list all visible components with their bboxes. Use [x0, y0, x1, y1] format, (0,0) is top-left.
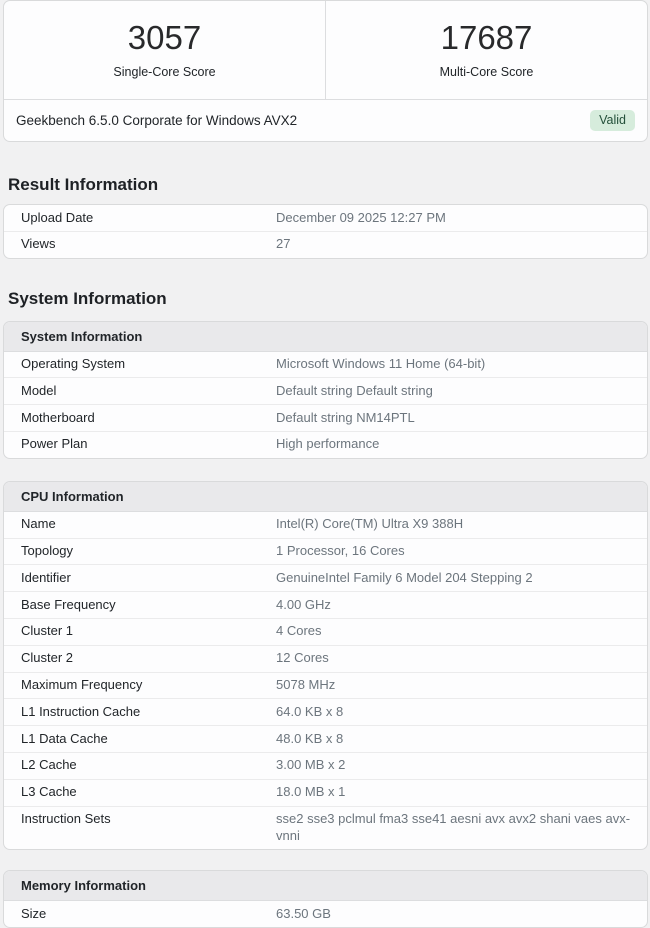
row-label: Upload Date [21, 209, 94, 225]
memory-information-card: Memory Information Size 63.50 GB [3, 870, 648, 928]
table-row: L3 Cache 18.0 MB x 1 [4, 778, 647, 806]
single-core-score-value: 3057 [127, 19, 202, 57]
row-value: High performance [276, 436, 380, 452]
single-core-score-cell: 3057 Single-Core Score [4, 1, 326, 99]
row-value: GenuineIntel Family 6 Model 204 Stepping… [276, 569, 533, 585]
row-value: 4.00 GHz [276, 596, 331, 612]
row-label: Maximum Frequency [21, 677, 143, 693]
table-row: L1 Instruction Cache 64.0 KB x 8 [4, 698, 647, 725]
single-core-score-label: Single-Core Score [113, 64, 216, 79]
row-label: Operating System [21, 356, 126, 372]
table-row: Maximum Frequency 5078 MHz [4, 671, 647, 699]
row-label: Name [21, 516, 56, 532]
row-label: Size [21, 905, 47, 921]
row-value: 64.0 KB x 8 [276, 703, 344, 719]
row-value: Default string Default string [276, 382, 433, 398]
system-information-card: System Information Operating System Micr… [3, 320, 648, 459]
valid-status-badge: Valid [590, 110, 635, 131]
row-value: 48.0 KB x 8 [276, 730, 344, 746]
multi-core-score-value: 17687 [440, 19, 533, 57]
row-value: sse2 sse3 pclmul fma3 sse41 aesni avx av… [276, 811, 631, 843]
result-information-heading: Result Information [8, 175, 159, 194]
card-header: System Information [4, 321, 647, 352]
row-value: 63.50 GB [276, 905, 331, 921]
table-row: Model Default string Default string [4, 377, 647, 404]
table-row: Base Frequency 4.00 GHz [4, 591, 647, 618]
row-label: Power Plan [21, 436, 88, 452]
row-label: L1 Instruction Cache [21, 703, 141, 719]
row-label: L1 Data Cache [21, 730, 108, 746]
table-row: Size 63.50 GB [4, 901, 647, 927]
row-value: 1 Processor, 16 Cores [276, 543, 405, 559]
table-row: Upload Date December 09 2025 12:27 PM [4, 205, 647, 231]
row-label: Motherboard [21, 409, 95, 425]
table-row: Power Plan High performance [4, 430, 647, 458]
table-row: Name Intel(R) Core(TM) Ultra X9 388H [4, 512, 647, 538]
row-value: 18.0 MB x 1 [276, 784, 346, 800]
table-row: L2 Cache 3.00 MB x 2 [4, 751, 647, 779]
table-row: Topology 1 Processor, 16 Cores [4, 537, 647, 565]
result-information-card: Upload Date December 09 2025 12:27 PM Vi… [3, 204, 648, 259]
row-label: Views [21, 236, 56, 252]
table-row: Motherboard Default string NM14PTL [4, 404, 647, 431]
table-row: Instruction Sets sse2 sse3 pclmul fma3 s… [4, 805, 647, 850]
table-row: Operating System Microsoft Windows 11 Ho… [4, 352, 647, 378]
row-label: Base Frequency [21, 596, 116, 612]
row-label: L3 Cache [21, 784, 77, 800]
score-row: 3057 Single-Core Score 17687 Multi-Core … [4, 1, 647, 99]
table-row: Identifier GenuineIntel Family 6 Model 2… [4, 564, 647, 591]
multi-core-score-cell: 17687 Multi-Core Score [326, 1, 647, 99]
benchmark-version-row: Geekbench 6.5.0 Corporate for Windows AV… [4, 99, 647, 141]
table-row: Cluster 1 4 Cores [4, 617, 647, 645]
row-value: Default string NM14PTL [276, 409, 415, 425]
row-value: 27 [276, 236, 291, 252]
table-row: L1 Data Cache 48.0 KB x 8 [4, 725, 647, 752]
row-label: Cluster 2 [21, 650, 74, 666]
table-row: Cluster 2 12 Cores [4, 644, 647, 672]
row-label: Cluster 1 [21, 623, 74, 639]
card-header: CPU Information [4, 481, 647, 512]
row-value: 4 Cores [276, 623, 322, 639]
cpu-information-card: CPU Information Name Intel(R) Core(TM) U… [3, 480, 648, 851]
row-value: 5078 MHz [276, 677, 336, 693]
row-value: 3.00 MB x 2 [276, 757, 346, 773]
multi-core-score-label: Multi-Core Score [439, 64, 534, 79]
row-label: Identifier [21, 569, 71, 585]
table-row: Views 27 [4, 230, 647, 258]
row-label: Topology [21, 543, 74, 559]
row-label: Instruction Sets [21, 811, 111, 827]
row-label: Model [21, 382, 57, 398]
benchmark-version-text: Geekbench 6.5.0 Corporate for Windows AV… [16, 113, 298, 128]
score-summary-card: 3057 Single-Core Score 17687 Multi-Core … [3, 0, 648, 142]
system-information-heading: System Information [8, 288, 167, 308]
row-value: December 09 2025 12:27 PM [276, 209, 446, 225]
card-header: Memory Information [4, 871, 647, 902]
row-value: Intel(R) Core(TM) Ultra X9 388H [276, 516, 464, 532]
row-value: Microsoft Windows 11 Home (64-bit) [276, 356, 486, 372]
row-label: L2 Cache [21, 757, 77, 773]
row-value: 12 Cores [276, 650, 329, 666]
